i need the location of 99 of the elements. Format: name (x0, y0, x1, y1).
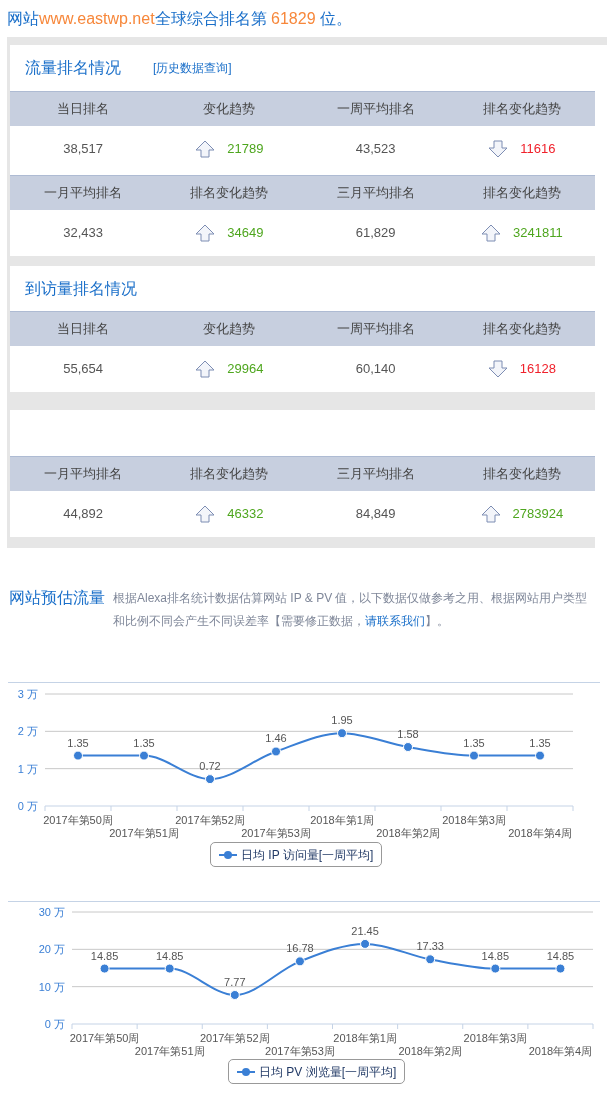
column-header: 一周平均排名 (336, 320, 415, 339)
column-header: 当日排名 (57, 100, 110, 119)
data-label: 14.85 (481, 949, 510, 962)
rank-value: 61,829 (355, 224, 396, 243)
axis-label: 2018年第4周 (508, 827, 572, 839)
column-header: 三月平均排名 (336, 465, 415, 484)
data-point (205, 774, 215, 785)
axis-label: 2018年第3周 (442, 814, 506, 826)
axis-label: 20 万 (38, 943, 65, 956)
data-label: 1.35 (67, 736, 89, 749)
column-header: 排名变化趋势 (482, 184, 561, 203)
legend-item[interactable]: 日均 IP 访问量[一周平均] (210, 842, 383, 867)
column-header: 一月平均排名 (44, 465, 123, 484)
data-point (73, 750, 83, 761)
legend-label: 日均 IP 访问量[一周平均] (241, 846, 374, 864)
data-label: 21.45 (351, 924, 379, 937)
axis-label: 2017年第50周 (69, 1032, 140, 1044)
axis-label: 2017年第52周 (199, 1032, 270, 1044)
axis-label: 2017年第51周 (134, 1045, 205, 1057)
section-title: 流量排名情况 (25, 58, 121, 78)
history-link[interactable]: [历史数据查询] (153, 59, 232, 77)
axis-label: 3 万 (17, 688, 38, 700)
data-label: 16.78 (286, 942, 314, 955)
data-point (139, 750, 149, 761)
axis-label: 2018年第4周 (528, 1045, 593, 1057)
data-point (490, 963, 501, 974)
axis-label: 10 万 (38, 980, 65, 993)
data-point (555, 963, 566, 974)
trend-value: 34649 (227, 224, 264, 243)
trend-value: 2783924 (512, 505, 564, 524)
column-header: 一周平均排名 (336, 100, 415, 119)
data-point (425, 954, 436, 965)
data-point (360, 938, 371, 949)
trend-value: 46332 (227, 505, 264, 524)
data-point (271, 746, 281, 757)
axis-label: 2018年第3周 (463, 1032, 528, 1044)
contact-link[interactable]: 请联系我们 (365, 614, 425, 628)
axis-label: 2017年第52周 (175, 814, 245, 826)
axis-label: 0 万 (17, 800, 38, 812)
axis-label: 1 万 (17, 762, 38, 775)
rank-value: 38,517 (63, 140, 103, 159)
trend-value: 3241811 (513, 224, 563, 243)
site-rank-sentence: 网站www.eastwp.net全球综合排名第 61829 位。 (7, 8, 352, 29)
data-point (294, 956, 305, 967)
trend-value: 11616 (520, 140, 556, 159)
data-label: 1.58 (397, 728, 419, 740)
column-header: 三月平均排名 (336, 184, 415, 203)
column-header: 排名变化趋势 (190, 465, 269, 484)
axis-label: 0 万 (44, 1018, 65, 1030)
column-header: 变化趋势 (203, 320, 256, 339)
rank-value: 32,433 (63, 224, 103, 243)
axis-label: 2 万 (17, 725, 38, 738)
data-point (229, 990, 240, 1000)
data-label: 1.35 (463, 736, 485, 749)
axis-label: 2017年第50周 (43, 814, 113, 826)
section-title: 网站预估流量 (9, 588, 105, 608)
section-title: 到访量排名情况 (25, 278, 137, 299)
axis-label: 2018年第2周 (376, 827, 440, 839)
data-point (535, 750, 545, 761)
data-label: 1.35 (133, 736, 155, 749)
trend-value: 16128 (519, 360, 556, 379)
column-header: 排名变化趋势 (482, 320, 561, 339)
axis-label: 2018年第2周 (398, 1045, 462, 1057)
column-header: 一月平均排名 (44, 184, 123, 203)
axis-label: 2018年第1周 (310, 814, 374, 826)
column-header: 排名变化趋势 (190, 184, 269, 203)
axis-label: 2017年第53周 (265, 1045, 335, 1057)
rank-value: 60,140 (355, 360, 396, 379)
trend-value: 29964 (227, 360, 264, 379)
trend-value: 21789 (227, 140, 264, 159)
data-label: 14.85 (90, 949, 119, 962)
axis-label: 2017年第53周 (241, 827, 311, 839)
column-header: 变化趋势 (203, 100, 256, 119)
data-label: 1.95 (331, 714, 353, 727)
column-header: 排名变化趋势 (482, 465, 561, 484)
column-header: 当日排名 (57, 320, 110, 339)
data-point (469, 750, 479, 761)
data-label: 0.72 (199, 760, 221, 773)
data-label: 14.85 (546, 949, 575, 962)
data-point (403, 742, 413, 752)
legend-label: 日均 PV 浏览量[一周平均] (259, 1063, 397, 1081)
axis-label: 2018年第1周 (333, 1032, 397, 1044)
data-label: 1.35 (529, 736, 551, 749)
axis-label: 30 万 (38, 906, 65, 918)
column-header: 排名变化趋势 (482, 100, 561, 119)
data-label: 1.46 (265, 732, 287, 745)
rank-value: 44,892 (63, 505, 103, 524)
rank-value: 55,654 (63, 360, 103, 379)
data-label: 7.77 (224, 976, 246, 988)
estimate-description: 根据Alexa排名统计数据估算网站 IP & PV 值，以下数据仅做参考之用、根据网站用户类型和比例不同会产生不同误差率【需要修正数据，请联系我们】。 (113, 590, 589, 630)
axis-label: 2017年第51周 (109, 827, 179, 839)
legend-item[interactable]: 日均 PV 浏览量[一周平均] (228, 1059, 406, 1084)
data-point (99, 963, 110, 974)
rank-value: 43,523 (355, 140, 396, 159)
data-point (337, 728, 347, 739)
data-label: 14.85 (155, 949, 184, 962)
data-point (164, 963, 175, 974)
rank-value: 84,849 (355, 505, 396, 524)
data-label: 17.33 (416, 940, 444, 953)
